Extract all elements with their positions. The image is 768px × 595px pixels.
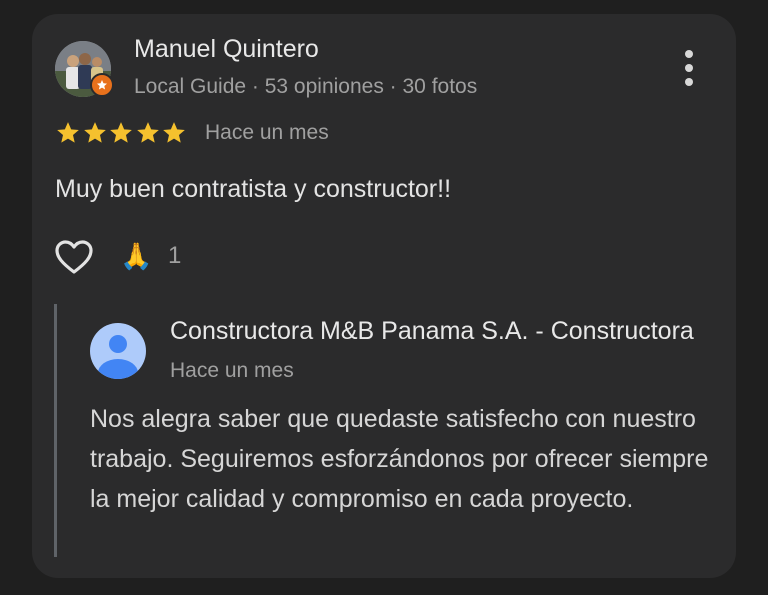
star-icon [163,122,186,143]
local-guide-badge-icon [90,73,114,97]
reaction-count: 1 [168,242,182,269]
review-time: Hace un mes [205,121,329,144]
person-avatar-icon [90,323,146,379]
pray-reaction-icon[interactable]: 🙏 [120,239,152,273]
star-icon [57,122,79,143]
star-rating [55,120,188,146]
reply-divider [54,304,57,557]
reply-time: Hace un mes [170,359,294,382]
owner-avatar [90,323,146,379]
star-icon [136,122,159,143]
review-card: Manuel Quintero Local Guide · 53 opinion… [32,14,736,578]
author-name[interactable]: Manuel Quintero [134,35,319,64]
like-button[interactable] [54,239,94,275]
heart-outline-icon [55,240,93,274]
author-meta: Local Guide · 53 opiniones · 30 fotos [134,75,478,98]
more-vert-icon[interactable] [678,50,700,86]
review-text: Muy buen contratista y constructor!! [55,175,452,203]
author-avatar[interactable] [55,41,114,97]
reply-text: Nos alegra saber que quedaste satisfecho… [90,405,709,513]
owner-name: Constructora M&B Panama S.A. - Construct… [170,317,694,345]
star-icon [110,122,133,143]
star-icon [83,122,106,143]
